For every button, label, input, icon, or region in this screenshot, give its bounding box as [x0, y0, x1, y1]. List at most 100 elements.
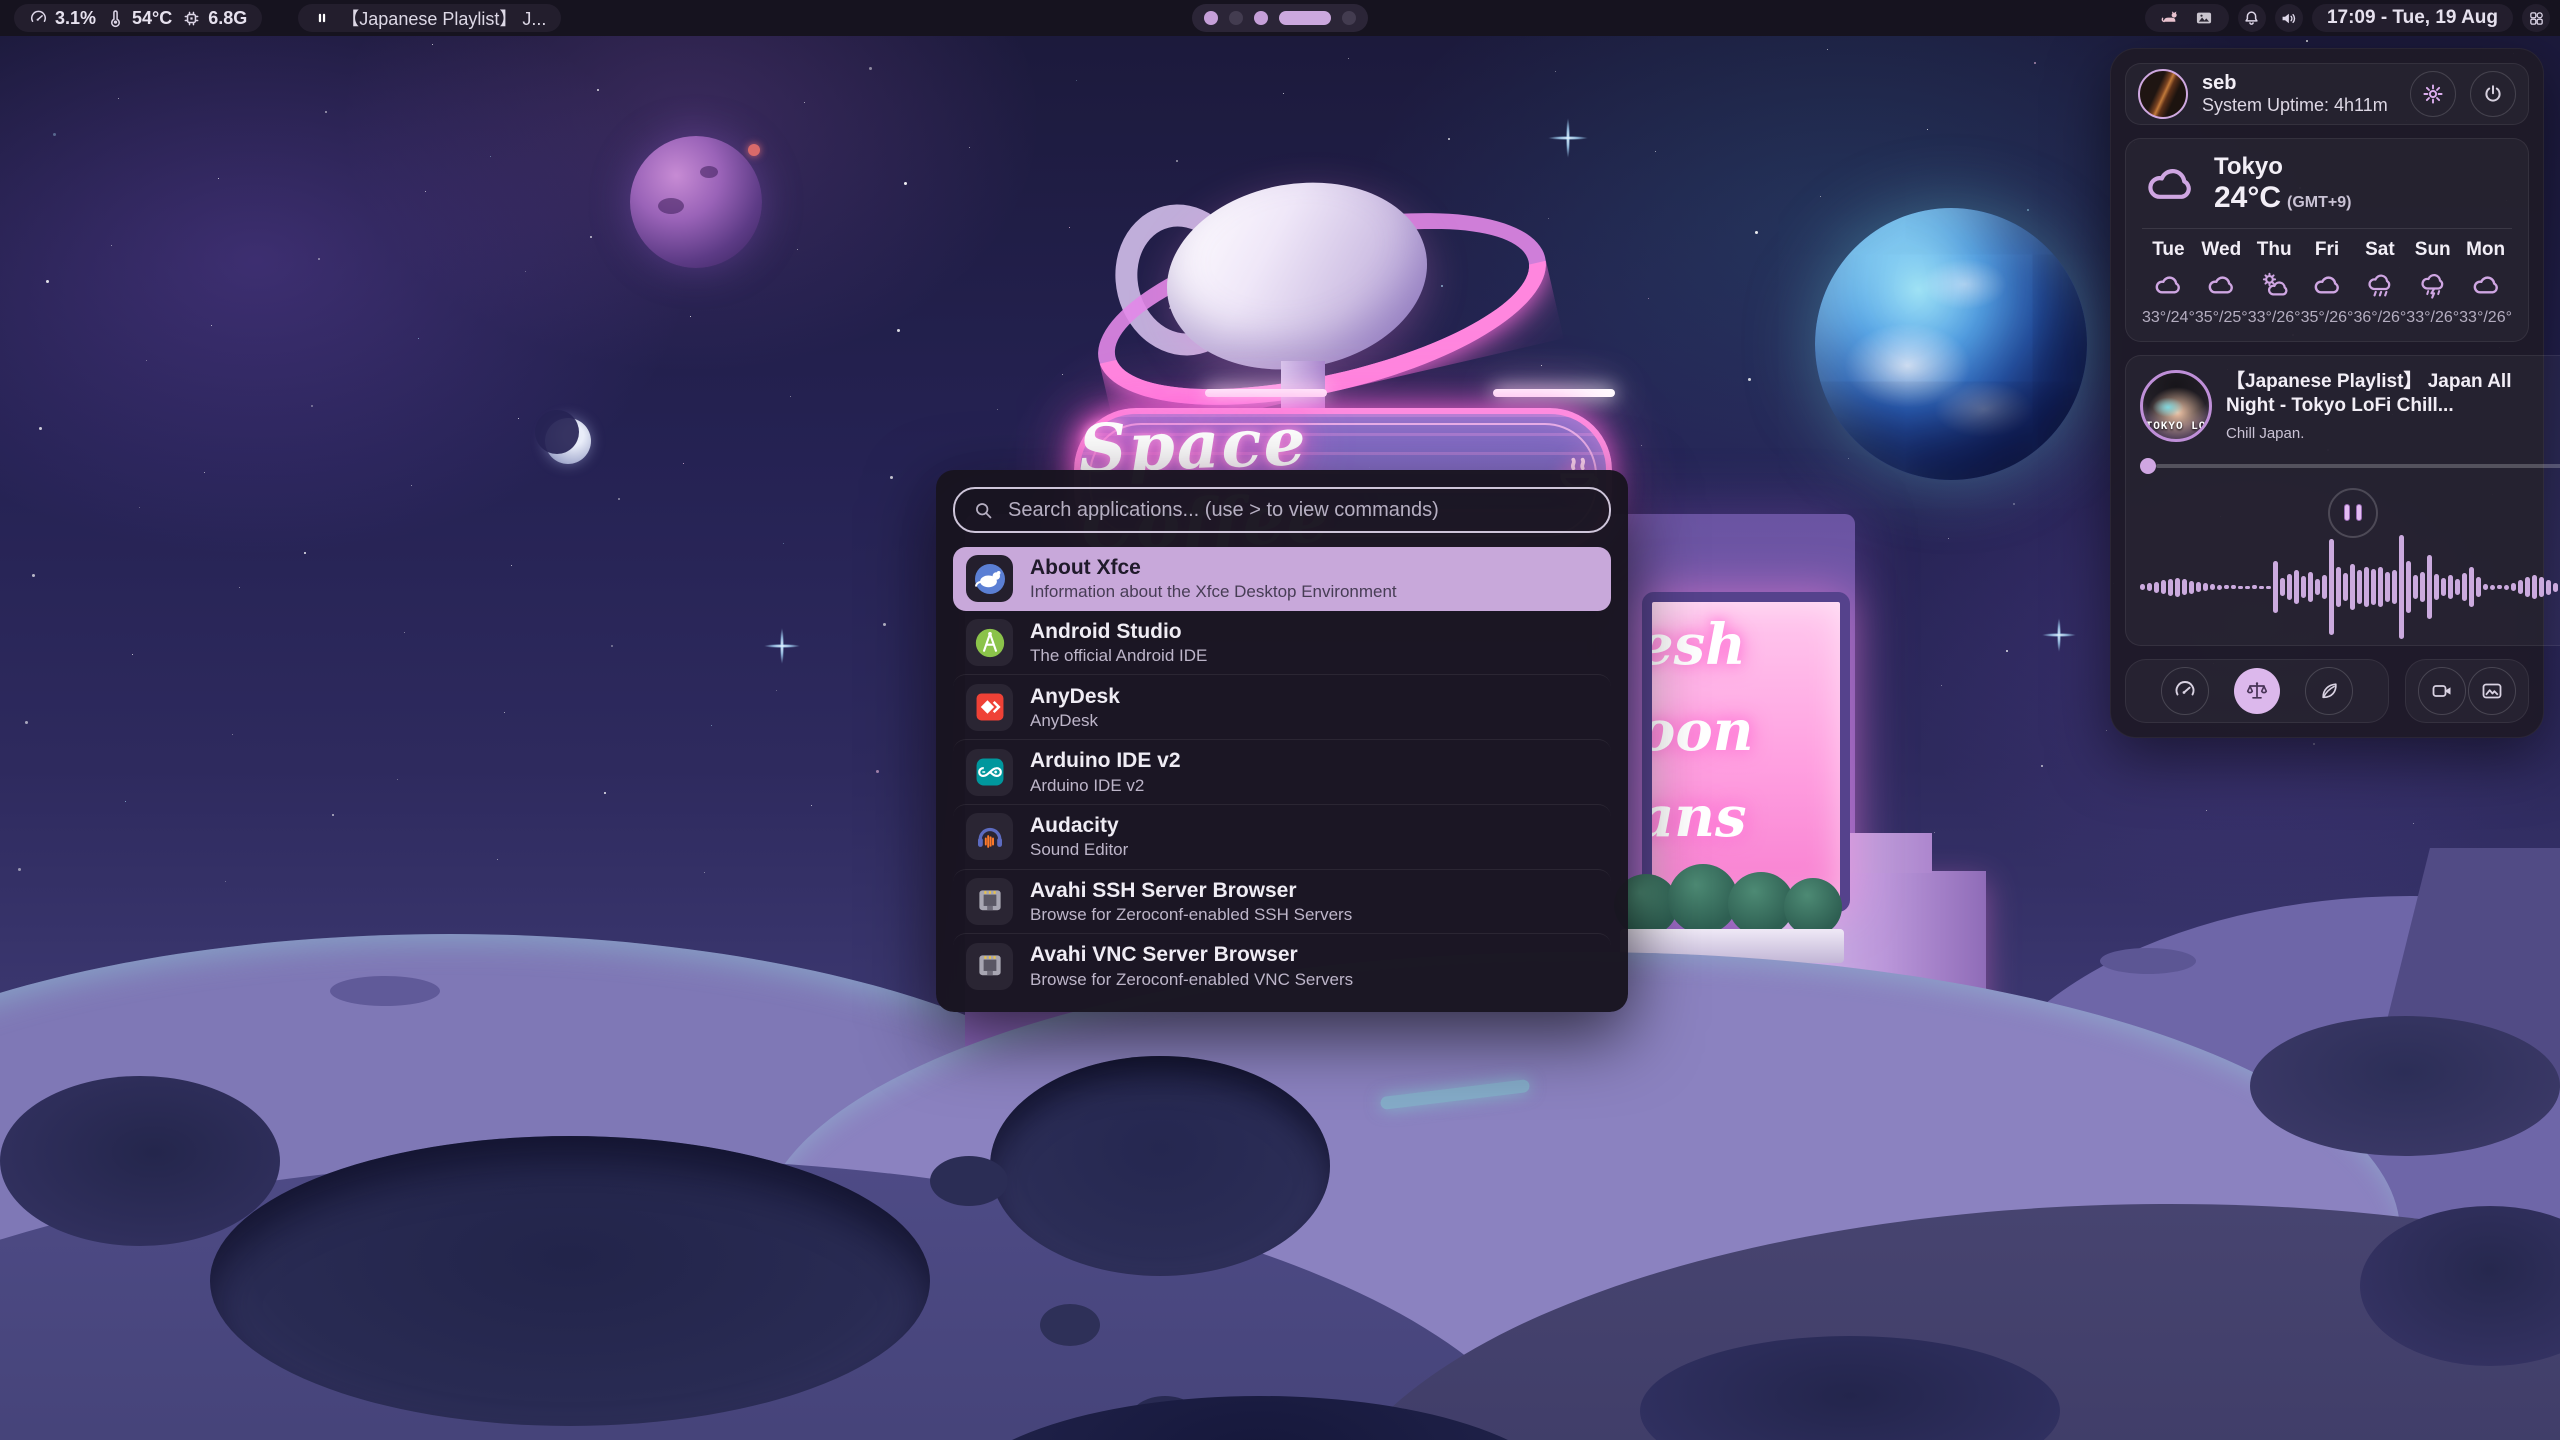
crater — [990, 1056, 1330, 1276]
app-description: Browse for Zeroconf-enabled VNC Servers — [1030, 969, 1353, 990]
scales-icon — [2245, 679, 2269, 703]
app-grid-button[interactable] — [2522, 4, 2550, 32]
capture-group — [2405, 659, 2529, 723]
roof-light — [1205, 389, 1327, 397]
anydesk-icon — [966, 684, 1013, 731]
music-player-card: TOKYO LO 【Japanese Playlist】 Japan All N… — [2125, 355, 2560, 646]
temp-value: 54°C — [132, 8, 172, 29]
cloud-icon — [2311, 269, 2343, 301]
cafe-neon-window: esh oon ans — [1642, 592, 1850, 912]
forecast-day: Tue 33°/24° — [2142, 239, 2195, 327]
cloud-icon — [2142, 156, 2198, 212]
cloud-icon — [2205, 269, 2237, 301]
app-row-about-xfce[interactable]: About Xfce Information about the Xfce De… — [953, 547, 1611, 611]
window-text-fragment: ans — [1642, 774, 1840, 860]
workspace-dot[interactable] — [1254, 11, 1268, 25]
screen-record-button[interactable] — [2418, 667, 2466, 715]
forecast-day: Fri 35°/26° — [2301, 239, 2354, 327]
crater — [0, 1076, 280, 1246]
weather-card: Tokyo 24°C(GMT+9) Tue 33°/24° Wed 35°/25… — [2125, 138, 2529, 342]
uptime-label: System Uptime: 4h11m — [2202, 95, 2396, 116]
seek-slider[interactable] — [2140, 458, 2560, 474]
balanced-profile-button[interactable] — [2234, 668, 2280, 714]
workspace-dot[interactable] — [1204, 11, 1218, 25]
app-row-anydesk[interactable]: AnyDesk AnyDesk — [953, 674, 1611, 739]
username: seb — [2202, 72, 2396, 95]
app-row-android-studio[interactable]: Android Studio The official Android IDE — [953, 611, 1611, 675]
network-jack-icon — [966, 943, 1013, 990]
crater — [330, 976, 440, 1006]
user-card: seb System Uptime: 4h11m — [2125, 63, 2529, 125]
workspace-switcher — [1192, 4, 1368, 32]
crater — [210, 1136, 930, 1426]
workspace-dot[interactable] — [1342, 11, 1356, 25]
android-studio-icon — [966, 619, 1013, 666]
screenshot-icon — [2480, 679, 2504, 703]
volume-button[interactable] — [2275, 4, 2303, 32]
forecast-day: Thu 33°/26° — [2248, 239, 2301, 327]
performance-profile-button[interactable] — [2161, 667, 2209, 715]
app-row-arduino[interactable]: Arduino IDE v2 Arduino IDE v2 — [953, 739, 1611, 804]
forecast-day: Sat 36°/26° — [2353, 239, 2406, 327]
app-row-audacity[interactable]: Audacity Sound Editor — [953, 804, 1611, 869]
clock-label: 17:09 - Tue, 19 Aug — [2327, 7, 2498, 29]
top-bar: 3.1% 54°C 6.8G 【Japanese Playlist】 J... — [0, 0, 2560, 36]
cloud-icon — [2470, 269, 2502, 301]
power-icon — [2481, 82, 2505, 106]
slider-track — [2156, 464, 2560, 468]
album-caption: TOKYO LO — [2143, 421, 2209, 433]
desktop: esh oon ans Space Coffee — [0, 0, 2560, 1440]
slider-knob[interactable] — [2140, 458, 2156, 474]
app-name: Avahi SSH Server Browser — [1030, 878, 1352, 904]
audio-waveform — [2140, 544, 2560, 631]
notifications-button[interactable] — [2238, 4, 2266, 32]
app-name: AnyDesk — [1030, 684, 1120, 710]
now-playing-pill[interactable]: 【Japanese Playlist】 J... — [298, 4, 561, 32]
settings-button[interactable] — [2410, 71, 2456, 117]
weather-header: Tokyo 24°C(GMT+9) — [2142, 153, 2512, 215]
screenshot-button[interactable] — [2468, 667, 2516, 715]
workspace-dot[interactable] — [1229, 11, 1243, 25]
app-launcher: About Xfce Information about the Xfce De… — [936, 470, 1628, 1012]
forecast-day: Wed 35°/25° — [2195, 239, 2248, 327]
power-saver-profile-button[interactable] — [2305, 667, 2353, 715]
track-subtitle: Chill Japan. — [2226, 425, 2560, 442]
weather-city: Tokyo — [2214, 153, 2351, 181]
runcat-icon[interactable] — [2160, 8, 2180, 28]
workspace-dot[interactable] — [1279, 11, 1331, 25]
search-bar[interactable] — [953, 487, 1611, 533]
pause-icon — [313, 9, 331, 27]
app-description: AnyDesk — [1030, 710, 1120, 731]
power-profile-group — [2125, 659, 2389, 723]
app-description: Sound Editor — [1030, 839, 1128, 860]
cpu-stat: 3.1% — [29, 8, 96, 29]
cpu-gauge-icon — [29, 9, 48, 28]
memory-stat: 6.8G — [182, 8, 247, 29]
crater — [930, 1156, 1008, 1206]
apps-grid-icon — [2528, 10, 2545, 27]
track-title: 【Japanese Playlist】 Japan All Night - To… — [2226, 370, 2560, 419]
divider — [2142, 228, 2512, 229]
xfce-mouse-icon — [966, 555, 1013, 602]
app-row-avahi-ssh[interactable]: Avahi SSH Server Browser Browse for Zero… — [953, 869, 1611, 934]
search-input[interactable] — [1006, 498, 1591, 523]
crater — [2250, 1016, 2560, 1156]
app-row-avahi-vnc[interactable]: Avahi VNC Server Browser Browse for Zero… — [953, 933, 1611, 998]
app-description: Information about the Xfce Desktop Envir… — [1030, 581, 1397, 602]
gear-icon — [2421, 82, 2445, 106]
wallpaper-picker-icon[interactable] — [2194, 8, 2214, 28]
pause-button[interactable] — [2328, 488, 2378, 538]
app-results-list: About Xfce Information about the Xfce De… — [936, 547, 1628, 1012]
search-icon — [973, 500, 994, 521]
bell-icon — [2242, 9, 2261, 28]
now-playing-label: 【Japanese Playlist】 J... — [341, 5, 546, 31]
app-description: The official Android IDE — [1030, 645, 1207, 666]
app-name: Audacity — [1030, 813, 1128, 839]
memory-value: 6.8G — [208, 8, 247, 29]
forecast-day: Mon 33°/26° — [2459, 239, 2512, 327]
window-text-fragment: esh — [1642, 602, 1840, 688]
clock[interactable]: 17:09 - Tue, 19 Aug — [2312, 4, 2513, 32]
temp-stat: 54°C — [106, 8, 172, 29]
system-stats-pill: 3.1% 54°C 6.8G — [14, 4, 262, 32]
power-button[interactable] — [2470, 71, 2516, 117]
